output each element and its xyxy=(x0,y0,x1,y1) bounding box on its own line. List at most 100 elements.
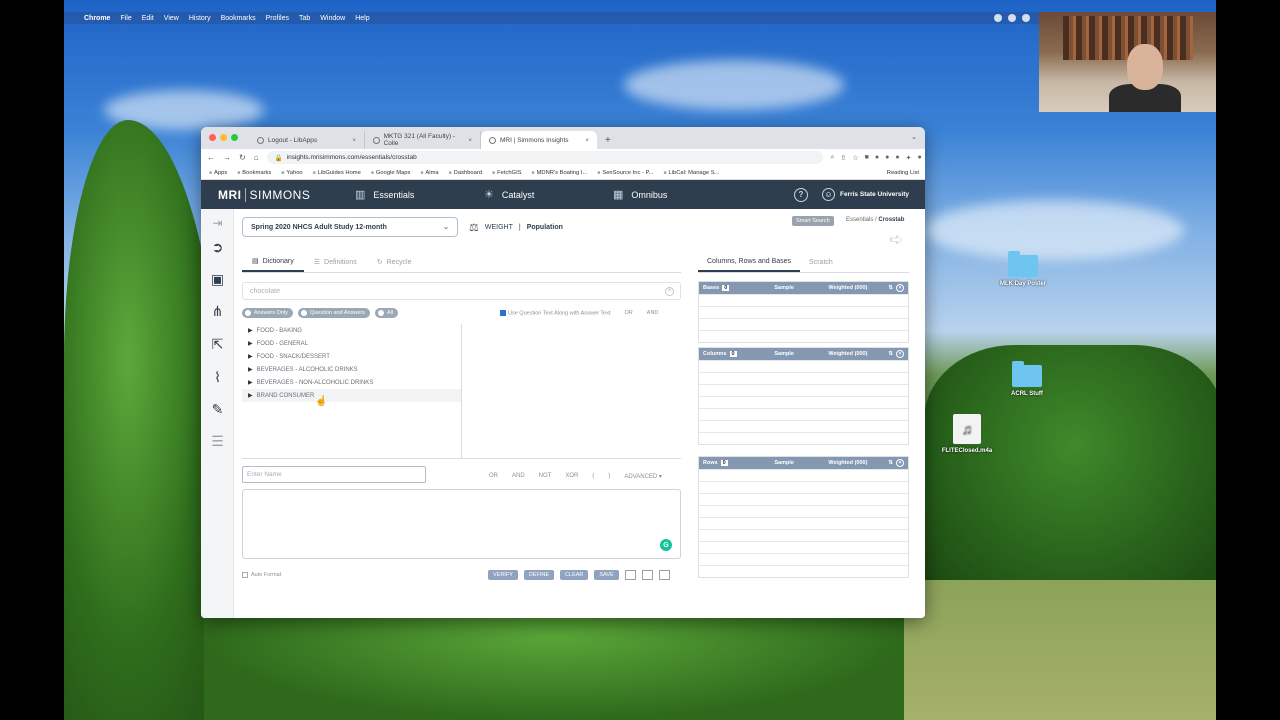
help-icon[interactable]: ? xyxy=(793,187,808,202)
bookmark[interactable]: Dashboard xyxy=(449,170,482,176)
filter-answers-only[interactable]: Answers Only xyxy=(242,308,293,318)
forward-icon[interactable]: → xyxy=(223,153,231,162)
close-window-button[interactable] xyxy=(209,134,216,141)
menu-profiles[interactable]: Profiles xyxy=(266,15,289,22)
extension-icon[interactable]: ● xyxy=(875,154,879,162)
share-icon[interactable]: ⇧ xyxy=(840,154,846,162)
bookmark[interactable]: Apps xyxy=(209,170,227,176)
puzzle-icon[interactable]: ✦ xyxy=(906,154,912,162)
panel-row[interactable] xyxy=(699,408,908,420)
panel-row[interactable] xyxy=(699,384,908,396)
share-icon[interactable]: ⋔ xyxy=(209,303,226,320)
zoom-icon[interactable]: ⌕ xyxy=(831,154,835,162)
menu-window[interactable]: Window xyxy=(320,15,345,22)
expression-editor[interactable]: G xyxy=(242,489,681,559)
close-tab-icon[interactable]: × xyxy=(352,137,356,144)
clear-button[interactable]: CLEAR xyxy=(560,570,589,580)
panel-row[interactable] xyxy=(699,481,908,493)
sort-icon[interactable]: ⇅ xyxy=(888,460,893,466)
address-bar[interactable]: 🔒 insights.mrisimmons.com/essentials/cro… xyxy=(266,151,823,164)
reload-icon[interactable]: ↻ xyxy=(239,153,246,162)
panel-row[interactable] xyxy=(699,493,908,505)
clear-panel-icon[interactable]: × xyxy=(896,350,904,358)
tab-recycle[interactable]: ↻ Recycle xyxy=(367,252,422,272)
bookmark[interactable]: Google Maps xyxy=(371,170,410,176)
bookmark[interactable]: SenSource Inc - P... xyxy=(597,170,653,176)
save-icon[interactable]: ▣ xyxy=(209,271,226,288)
menu-bookmarks[interactable]: Bookmarks xyxy=(221,15,256,22)
line-chart-icon[interactable]: ⌇ xyxy=(209,369,226,386)
edit-icon[interactable]: ✎ xyxy=(209,401,226,418)
sort-icon[interactable]: ⇅ xyxy=(888,285,893,291)
panel-row[interactable] xyxy=(699,565,908,577)
define-button[interactable]: DEFINE xyxy=(523,570,555,580)
definition-name-input[interactable]: Enter Name xyxy=(242,466,426,483)
app-logo[interactable]: MRI SIMMONS xyxy=(201,187,341,202)
profile-avatar[interactable]: ● xyxy=(917,154,921,162)
operator-xor-button[interactable]: XOR xyxy=(565,473,578,480)
menu-file[interactable]: File xyxy=(120,15,131,22)
auto-format-checkbox[interactable] xyxy=(242,572,248,578)
new-tab-button[interactable]: + xyxy=(597,131,619,149)
operator-not-button[interactable]: NOT xyxy=(539,473,552,480)
menu-edit[interactable]: Edit xyxy=(142,15,154,22)
tree-node[interactable]: ▶ BEVERAGES - ALCOHOLIC DRINKS xyxy=(242,363,461,376)
operator-and-button[interactable]: AND xyxy=(512,473,525,480)
panel-row[interactable] xyxy=(699,330,908,342)
rows-layout-icon[interactable] xyxy=(641,570,653,580)
back-icon[interactable]: ← xyxy=(207,153,215,162)
tree-node[interactable]: ▶ FOOD - GENERAL xyxy=(242,337,461,350)
nav-catalyst[interactable]: ☀ Catalyst xyxy=(484,188,599,201)
menu-help[interactable]: Help xyxy=(355,15,369,22)
browser-tab[interactable]: MKTG 321 (All Faculty) - Colle × xyxy=(365,131,481,149)
tree-node[interactable]: ▶ FOOD - SNACK/DESSERT xyxy=(242,350,461,363)
export-icon[interactable]: ⇱ xyxy=(209,336,226,353)
bookmark[interactable]: LibCal: Manage S... xyxy=(663,170,720,176)
panel-row[interactable] xyxy=(699,318,908,330)
desktop-audio-file[interactable]: ♫ FLITEClosed.m4a xyxy=(932,414,1002,454)
clear-panel-icon[interactable]: × xyxy=(896,459,904,467)
table-icon[interactable]: ☰ xyxy=(209,433,226,450)
panel-row[interactable] xyxy=(699,469,908,481)
breadcrumb-root[interactable]: Essentials / xyxy=(846,217,877,223)
panel-row[interactable] xyxy=(699,505,908,517)
panel-row[interactable] xyxy=(699,396,908,408)
verify-button[interactable]: VERIFY xyxy=(488,570,518,580)
expand-sidebar-icon[interactable]: ⇥ xyxy=(209,215,226,232)
bookmark[interactable]: Yahoo xyxy=(281,170,302,176)
browser-tab-active[interactable]: MRI | Simmons Insights × xyxy=(481,131,597,149)
panel-row[interactable] xyxy=(699,517,908,529)
status-icon[interactable] xyxy=(1022,14,1030,22)
bookmark[interactable]: LibGuides Home xyxy=(313,170,361,176)
clear-panel-icon[interactable]: × xyxy=(896,284,904,292)
panel-row[interactable] xyxy=(699,360,908,372)
single-layout-icon[interactable] xyxy=(658,570,670,580)
tab-definitions[interactable]: ☰ Definitions xyxy=(304,252,367,272)
use-question-text-checkbox[interactable]: Use Question Text Along with Answer Text xyxy=(500,310,611,316)
operator-close-paren-button[interactable]: ) xyxy=(608,473,610,480)
columns-layout-icon[interactable] xyxy=(624,570,636,580)
tab-scratch[interactable]: Scratch xyxy=(800,252,842,272)
advanced-dropdown[interactable]: ADVANCED ▾ xyxy=(624,473,662,480)
panel-row[interactable] xyxy=(699,306,908,318)
extension-icon[interactable]: ● xyxy=(885,154,889,162)
desktop-folder-mlk[interactable]: MLK Day Poster xyxy=(988,251,1058,287)
clear-search-icon[interactable]: × xyxy=(665,286,674,296)
tree-node[interactable]: ▶ BRAND CONSUMER xyxy=(242,389,461,402)
save-button[interactable]: SAVE xyxy=(594,570,619,580)
bookmark[interactable]: Bookmarks xyxy=(237,170,271,176)
menu-history[interactable]: History xyxy=(189,15,211,22)
panel-row[interactable] xyxy=(699,553,908,565)
panel-row[interactable] xyxy=(699,541,908,553)
browser-tab[interactable]: Logout - LibApps × xyxy=(249,131,365,149)
run-arrow-icon[interactable]: ➪ xyxy=(889,230,903,250)
panel-row[interactable] xyxy=(699,432,908,444)
tab-columns-rows-bases[interactable]: Columns, Rows and Bases xyxy=(698,252,801,272)
status-icon[interactable] xyxy=(1008,14,1016,22)
bookmark[interactable]: MDNR's Boating I... xyxy=(532,170,588,176)
dictionary-search-input[interactable]: chocolate × xyxy=(242,282,681,300)
desktop-folder-acrl[interactable]: ACRL Stuff xyxy=(992,361,1062,397)
close-tab-icon[interactable]: × xyxy=(468,137,472,144)
operator-open-paren-button[interactable]: ( xyxy=(592,473,594,480)
tab-search-icon[interactable]: ⌄ xyxy=(911,133,917,141)
